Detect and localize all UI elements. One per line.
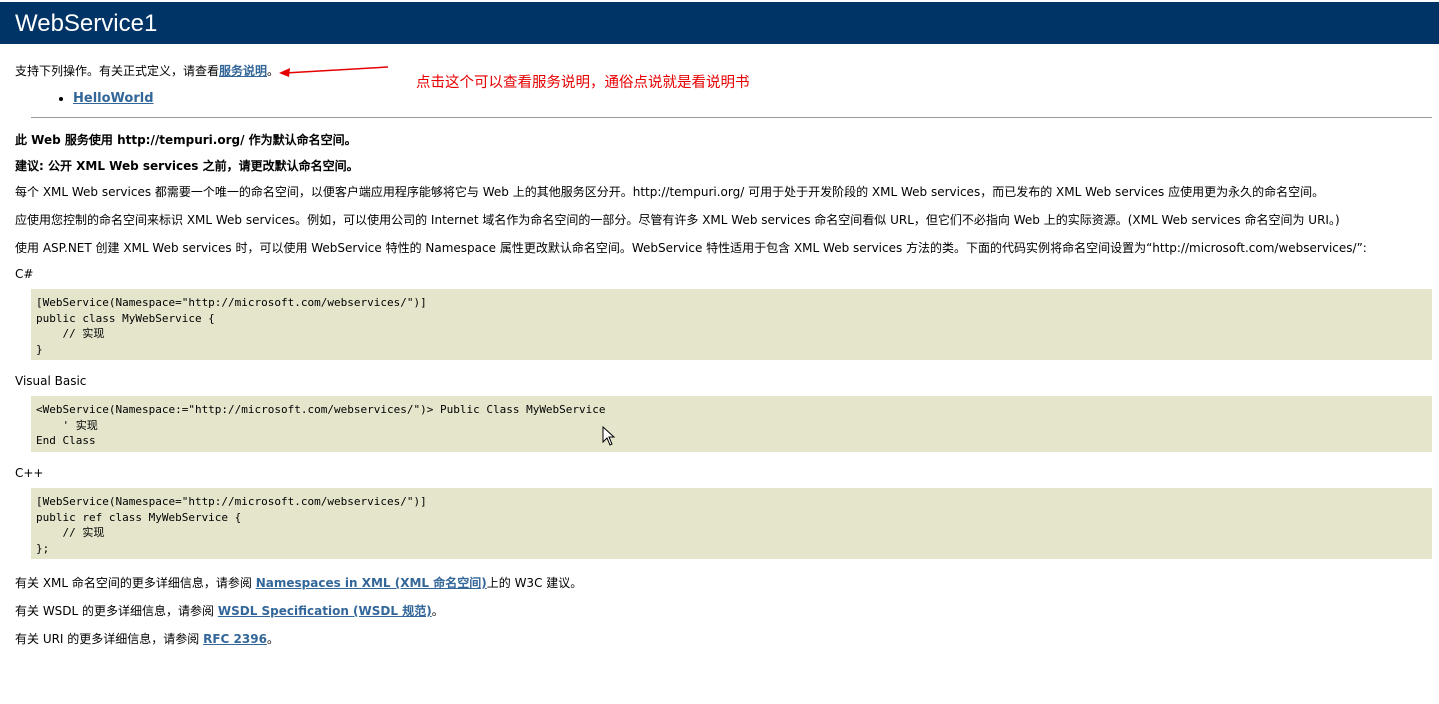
lang-cpp-label: C++ [15, 466, 44, 480]
wsdl-spec-link[interactable]: WSDL Specification (WSDL 规范) [218, 604, 432, 618]
reference-uri: 有关 URI 的更多详细信息，请参阅 RFC 2396。 [15, 632, 279, 646]
xml-namespaces-link[interactable]: Namespaces in XML (XML 命名空间) [256, 576, 487, 590]
code-block-vb: <WebService(Namespace:="http://microsoft… [31, 396, 1432, 452]
lang-vb-label: Visual Basic [15, 374, 87, 388]
lang-csharp-label: C# [15, 267, 34, 281]
annotation-text: 点击这个可以查看服务说明，通俗点说就是看说明书 [416, 75, 750, 91]
rfc2396-link[interactable]: RFC 2396 [203, 632, 267, 646]
operation-link-helloworld[interactable]: HelloWorld [73, 91, 154, 106]
reference-wsdl: 有关 WSDL 的更多详细信息，请参阅 WSDL Specification (… [15, 604, 444, 618]
code-block-cpp: [WebService(Namespace="http://microsoft.… [31, 488, 1432, 559]
namespace-para2: 应使用您控制的命名空间来标识 XML Web services。例如，可以使用公… [15, 213, 1340, 227]
intro-text: 支持下列操作。有关正式定义，请查看服务说明。 [15, 64, 280, 78]
reference-xml-namespaces: 有关 XML 命名空间的更多详细信息，请参阅 Namespaces in XML… [15, 576, 583, 590]
list-item: HelloWorld [73, 90, 154, 107]
namespace-line1: 此 Web 服务使用 http://tempuri.org/ 作为默认命名空间。 [15, 133, 357, 147]
mouse-cursor-icon [602, 426, 616, 446]
code-block-csharp: [WebService(Namespace="http://microsoft.… [31, 289, 1432, 360]
divider [31, 117, 1432, 118]
service-description-link[interactable]: 服务说明 [219, 64, 267, 78]
operations-list: HelloWorld [50, 90, 154, 107]
page-title: WebService1 [15, 10, 158, 37]
namespace-line2: 建议: 公开 XML Web services 之前，请更改默认命名空间。 [15, 159, 359, 173]
namespace-para3: 使用 ASP.NET 创建 XML Web services 时，可以使用 We… [15, 241, 1367, 255]
red-arrow-annotation [279, 66, 389, 77]
namespace-para1: 每个 XML Web services 都需要一个唯一的命名空间，以便客户端应用… [15, 185, 1325, 199]
page-title-banner: WebService1 [0, 2, 1439, 44]
